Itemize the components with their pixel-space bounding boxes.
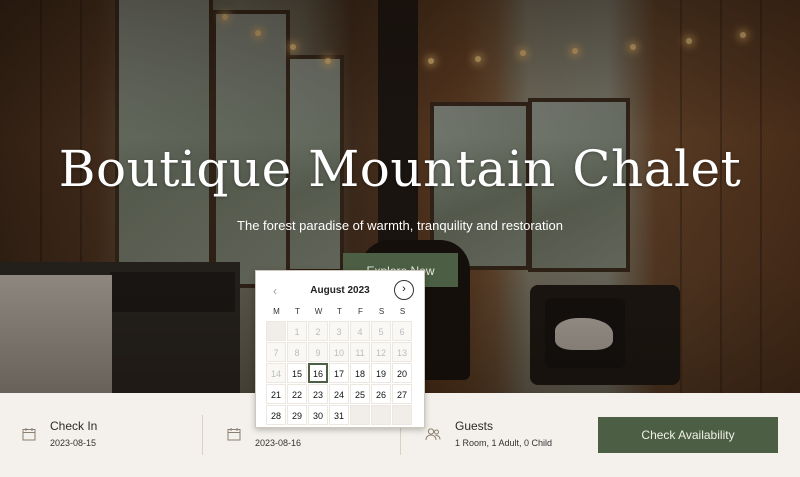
- calendar-day: 10: [329, 342, 349, 362]
- calendar-icon: [227, 428, 241, 441]
- calendar-day[interactable]: 21: [266, 384, 286, 404]
- calendar-day: 12: [371, 342, 391, 362]
- calendar-day[interactable]: 26: [371, 384, 391, 404]
- weekday-label: S: [399, 307, 406, 316]
- calendar-day[interactable]: 17: [329, 363, 349, 383]
- divider: [202, 415, 203, 455]
- weekday-label: S: [378, 307, 385, 316]
- check-out-value: 2023-08-16: [255, 438, 302, 448]
- weekday-label: T: [337, 307, 342, 316]
- date-picker-popup: ‹ August 2023 › M T W T F S S 1 2 3 4 5 6 7 8 9 10 11 12 13…: [255, 270, 425, 428]
- calendar-day[interactable]: 16: [308, 363, 328, 383]
- calendar-day: 4: [350, 321, 370, 341]
- calendar-empty-cell: [392, 405, 412, 425]
- calendar-day: 5: [371, 321, 391, 341]
- calendar-icon: [22, 428, 36, 441]
- calendar-day[interactable]: 20: [392, 363, 412, 383]
- calendar-empty-cell: [266, 321, 286, 341]
- calendar-day: 14: [266, 363, 286, 383]
- calendar-day[interactable]: 15: [287, 363, 307, 383]
- calendar-day[interactable]: 24: [329, 384, 349, 404]
- check-in-label: Check In: [50, 419, 98, 433]
- calendar-day[interactable]: 19: [371, 363, 391, 383]
- calendar-empty-cell: [371, 405, 391, 425]
- weekday-label: M: [273, 307, 280, 316]
- calendar-day[interactable]: 22: [287, 384, 307, 404]
- calendar-day[interactable]: 30: [308, 405, 328, 425]
- guests-icon: [425, 428, 441, 441]
- weekday-label: F: [358, 307, 363, 316]
- calendar-day[interactable]: 29: [287, 405, 307, 425]
- calendar-day[interactable]: 27: [392, 384, 412, 404]
- check-in-value: 2023-08-15: [50, 438, 97, 448]
- calendar-day[interactable]: 31: [329, 405, 349, 425]
- check-in-field[interactable]: Check In 2023-08-15: [0, 393, 200, 477]
- calendar-day: 2: [308, 321, 328, 341]
- calendar-day: 1: [287, 321, 307, 341]
- calendar-day[interactable]: 28: [266, 405, 286, 425]
- guests-label: Guests: [455, 419, 494, 433]
- calendar-day: 6: [392, 321, 412, 341]
- calendar-day[interactable]: 23: [308, 384, 328, 404]
- calendar-day: 11: [350, 342, 370, 362]
- calendar-day: 8: [287, 342, 307, 362]
- calendar-day: 7: [266, 342, 286, 362]
- hero-title: Boutique Mountain Chalet: [58, 140, 742, 198]
- calendar-day[interactable]: 25: [350, 384, 370, 404]
- check-availability-button[interactable]: Check Availability: [598, 417, 778, 453]
- weekday-label: W: [314, 307, 323, 316]
- guests-value: 1 Room, 1 Adult, 0 Child: [455, 438, 553, 448]
- chevron-right-icon[interactable]: ›: [394, 280, 414, 300]
- calendar-day: 13: [392, 342, 412, 362]
- calendar-header: ‹ August 2023 ›: [256, 271, 424, 307]
- weekday-label: T: [295, 307, 300, 316]
- hero-subtitle: The forest paradise of warmth, tranquili…: [237, 218, 563, 233]
- calendar-empty-cell: [350, 405, 370, 425]
- calendar-day: 3: [329, 321, 349, 341]
- calendar-day[interactable]: 18: [350, 363, 370, 383]
- guests-field[interactable]: Guests 1 Room, 1 Adult, 0 Child: [403, 393, 593, 477]
- calendar-day: 9: [308, 342, 328, 362]
